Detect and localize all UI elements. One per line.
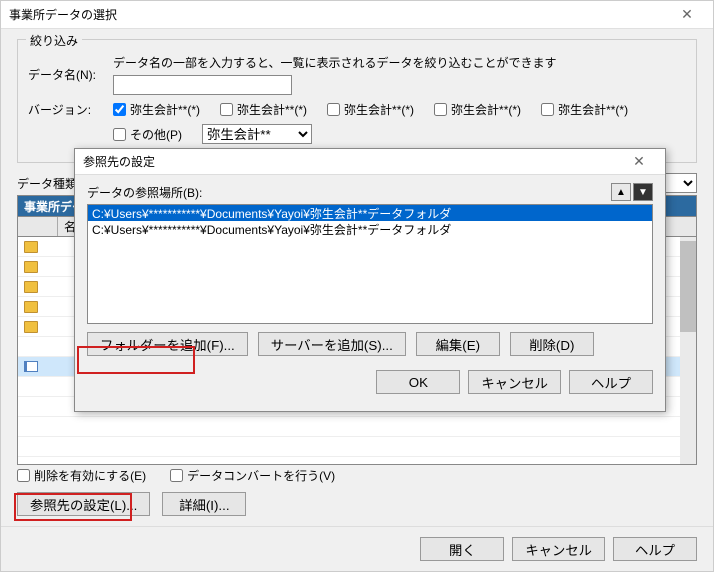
detail-button[interactable]: 詳細(I)...	[162, 492, 246, 516]
table-row[interactable]	[18, 437, 696, 457]
open-button[interactable]: 開く	[420, 537, 504, 561]
main-titlebar: 事業所データの選択 ✕	[1, 1, 713, 29]
folder-icon	[24, 321, 38, 333]
folder-icon	[24, 241, 38, 253]
main-title: 事業所データの選択	[9, 6, 669, 23]
folder-icon	[24, 261, 38, 273]
ok-button[interactable]: OK	[376, 370, 460, 394]
book-icon	[24, 361, 38, 372]
cancel-button[interactable]: キャンセル	[512, 537, 605, 561]
modal-help-button[interactable]: ヘルプ	[569, 370, 653, 394]
list-item[interactable]: C:¥Users¥***********¥Documents¥Yayoi¥弥生会…	[88, 205, 652, 221]
version-check-4[interactable]: 弥生会計**(*)	[541, 101, 628, 118]
table-row[interactable]	[18, 417, 696, 437]
filter-legend: 絞り込み	[26, 32, 82, 49]
filter-hint: データ名の一部を入力すると、一覧に表示されるデータを絞り込むことができます	[113, 54, 686, 71]
path-listbox[interactable]: C:¥Users¥***********¥Documents¥Yayoi¥弥生会…	[87, 204, 653, 324]
filter-fieldset: 絞り込み データ名(N): データ名の一部を入力すると、一覧に表示されるデータを…	[17, 39, 697, 163]
folder-icon	[24, 281, 38, 293]
version-label: バージョン:	[28, 101, 113, 118]
dataname-input[interactable]	[113, 75, 292, 95]
list-item[interactable]: C:¥Users¥***********¥Documents¥Yayoi¥弥生会…	[88, 221, 652, 237]
move-down-button[interactable]: ▼	[633, 183, 653, 201]
list-label: データの参照場所(B):	[87, 184, 202, 201]
dataname-label: データ名(N):	[28, 66, 113, 83]
other-check[interactable]: その他(P)	[113, 126, 182, 143]
edit-button[interactable]: 編集(E)	[416, 332, 500, 356]
folder-icon	[24, 301, 38, 313]
modal-close-icon[interactable]: ✕	[621, 153, 657, 170]
modal-title: 参照先の設定	[83, 153, 621, 170]
other-combo[interactable]: 弥生会計**	[202, 124, 312, 144]
ref-settings-button[interactable]: 参照先の設定(L)...	[17, 492, 150, 516]
add-server-button[interactable]: サーバーを追加(S)...	[258, 332, 406, 356]
ref-settings-dialog: 参照先の設定 ✕ データの参照場所(B): ▲ ▼ C:¥Users¥*****…	[74, 148, 666, 412]
modal-titlebar: 参照先の設定 ✕	[75, 149, 665, 175]
delete-button[interactable]: 削除(D)	[510, 332, 594, 356]
version-check-1[interactable]: 弥生会計**(*)	[220, 101, 307, 118]
version-check-2[interactable]: 弥生会計**(*)	[327, 101, 414, 118]
help-button[interactable]: ヘルプ	[613, 537, 697, 561]
modal-cancel-button[interactable]: キャンセル	[468, 370, 561, 394]
close-icon[interactable]: ✕	[669, 6, 705, 23]
move-up-button[interactable]: ▲	[611, 183, 631, 201]
delete-enable-check[interactable]: 削除を有効にする(E)	[17, 467, 146, 484]
scrollbar[interactable]	[680, 237, 696, 464]
convert-check[interactable]: データコンバートを行う(V)	[170, 467, 335, 484]
version-check-3[interactable]: 弥生会計**(*)	[434, 101, 521, 118]
version-check-0[interactable]: 弥生会計**(*)	[113, 101, 200, 118]
add-folder-button[interactable]: フォルダーを追加(F)...	[87, 332, 248, 356]
